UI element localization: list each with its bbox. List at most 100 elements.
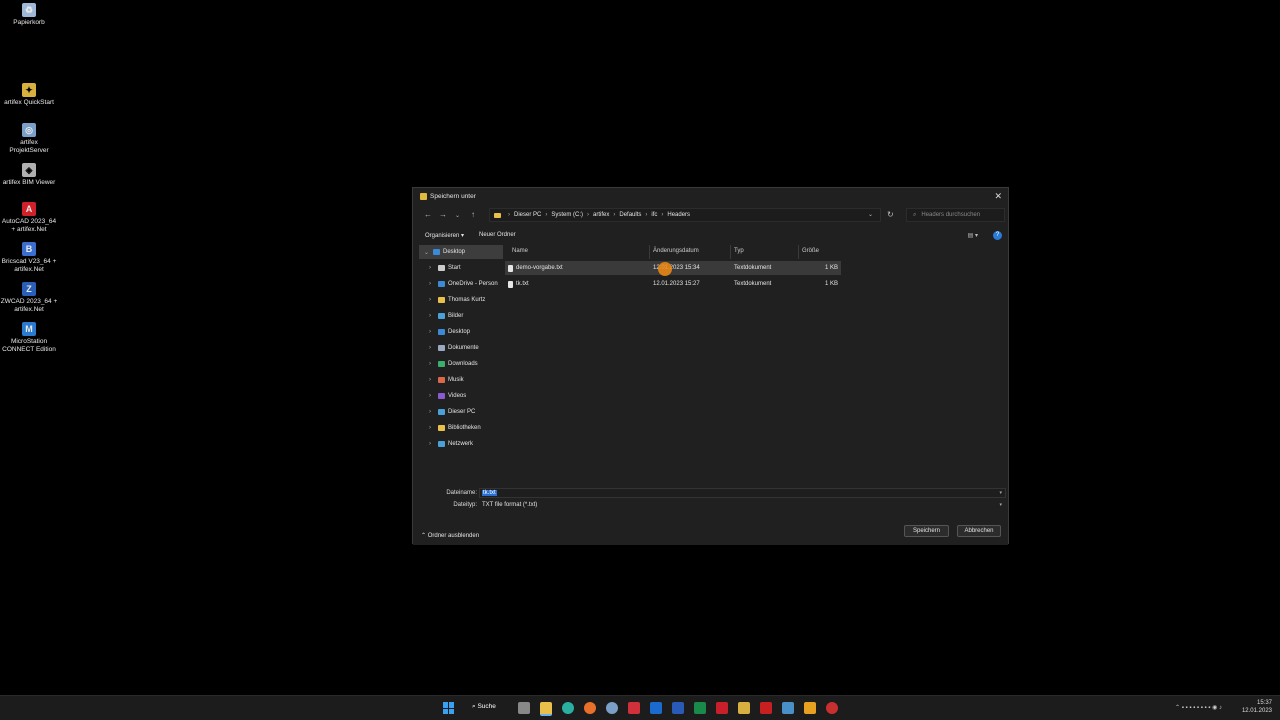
column-header-size[interactable]: Größe xyxy=(802,248,819,254)
collapsed-chevron-icon[interactable]: › xyxy=(429,425,438,431)
address-bar[interactable]: › Dieser PC › System (C:) › artifex › De… xyxy=(489,208,881,222)
desktop-icon-microstation[interactable]: M MicroStation CONNECT Edition xyxy=(0,322,58,354)
column-separator[interactable] xyxy=(649,245,650,259)
nav-item-dokumente[interactable]: › Dokumente xyxy=(419,341,503,355)
column-separator[interactable] xyxy=(730,245,731,259)
nav-item-label: Musik xyxy=(448,377,464,383)
breadcrumb-item[interactable]: artifex xyxy=(593,212,609,218)
filezilla-icon[interactable] xyxy=(760,702,772,714)
chevron-down-icon[interactable]: ▾ xyxy=(999,502,1002,508)
collapsed-chevron-icon[interactable]: › xyxy=(429,409,438,415)
keepass-icon[interactable] xyxy=(738,702,750,714)
address-dropdown-icon[interactable]: ⌄ xyxy=(868,211,873,218)
nav-item-desktop[interactable]: ⌄ Desktop xyxy=(419,245,503,259)
breadcrumb-item[interactable]: Defaults xyxy=(619,212,641,218)
clock[interactable]: 15:37 12.01.2023 xyxy=(1242,699,1272,715)
nav-item-musik[interactable]: › Musik xyxy=(419,373,503,387)
word-icon[interactable] xyxy=(672,702,684,714)
save-button[interactable]: Speichern xyxy=(904,525,949,537)
filetype-select[interactable]: TXT file format (*.txt) ▾ xyxy=(479,500,1006,510)
recycle-bin-icon: ♻ xyxy=(22,3,36,17)
help-icon[interactable]: ? xyxy=(993,231,1002,240)
dialog-title: Speichern unter xyxy=(430,192,476,200)
breadcrumb-item[interactable]: ifc xyxy=(651,212,657,218)
column-header-name[interactable]: Name xyxy=(512,248,528,254)
nav-item-downloads[interactable]: › Downloads xyxy=(419,357,503,371)
collapsed-chevron-icon[interactable]: › xyxy=(429,393,438,399)
recorder-icon[interactable] xyxy=(826,702,838,714)
collapsed-chevron-icon[interactable]: › xyxy=(429,313,438,319)
breadcrumb-item[interactable]: Dieser PC xyxy=(514,212,541,218)
new-folder-button[interactable]: Neuer Ordner xyxy=(479,232,516,238)
column-header-type[interactable]: Typ xyxy=(734,248,744,254)
nav-item-onedrive[interactable]: › OneDrive - Person xyxy=(419,277,503,291)
windows-logo-icon xyxy=(449,702,454,708)
refresh-icon[interactable]: ↻ xyxy=(887,210,894,219)
outlook-icon[interactable] xyxy=(650,702,662,714)
breadcrumb-item[interactable]: System (C:) xyxy=(551,212,583,218)
recent-chevron-icon[interactable]: ⌄ xyxy=(455,212,460,219)
back-arrow-icon[interactable]: ← xyxy=(424,210,432,219)
collapsed-chevron-icon[interactable]: › xyxy=(429,297,438,303)
image-viewer-icon[interactable] xyxy=(782,702,794,714)
desktop-icon-label: Papierkorb xyxy=(13,19,45,26)
task-view-icon[interactable] xyxy=(518,702,530,714)
nav-item-start[interactable]: › Start xyxy=(419,261,503,275)
file-row[interactable]: demo-vorgabe.txt 12.01.2023 15:34 Textdo… xyxy=(505,261,841,275)
dialog-titlebar[interactable]: Speichern unter ✕ xyxy=(413,188,1008,204)
dialog-toolbar: Organisieren ▾ Neuer Ordner ▤ ▾ ? xyxy=(413,230,1008,242)
desktop-icon-zwcad[interactable]: Z ZWCAD 2023_64 + artifex.Net xyxy=(0,282,58,314)
nav-item-desktop-2[interactable]: › Desktop xyxy=(419,325,503,339)
desktop-icon-papierkorb[interactable]: ♻ Papierkorb xyxy=(0,3,58,27)
organize-button[interactable]: Organisieren ▾ xyxy=(425,232,464,239)
collapsed-chevron-icon[interactable]: › xyxy=(429,441,438,447)
app-red-icon[interactable] xyxy=(628,702,640,714)
file-explorer-icon[interactable] xyxy=(540,702,552,716)
column-header-date[interactable]: Änderungsdatum xyxy=(653,248,699,254)
desktop-icon-quickstart[interactable]: ✦ artifex QuickStart xyxy=(0,83,58,107)
acrobat-icon[interactable] xyxy=(716,702,728,714)
edge-icon[interactable] xyxy=(562,702,574,714)
nav-item-label: Videos xyxy=(448,393,467,399)
collapsed-chevron-icon[interactable]: › xyxy=(429,377,438,383)
nav-item-thomas-kurtz[interactable]: › Thomas Kurtz xyxy=(419,293,503,307)
onedrive-icon xyxy=(438,281,445,287)
nav-item-bibliotheken[interactable]: › Bibliotheken xyxy=(419,421,503,435)
collapsed-chevron-icon[interactable]: › xyxy=(429,329,438,335)
collapsed-chevron-icon[interactable]: › xyxy=(429,265,438,271)
filename-field[interactable]: tk.txt ▾ xyxy=(479,488,1006,498)
collapsed-chevron-icon[interactable]: › xyxy=(429,361,438,367)
close-icon[interactable]: ✕ xyxy=(994,191,1002,202)
excel-icon[interactable] xyxy=(694,702,706,714)
snip-icon[interactable] xyxy=(804,702,816,714)
desktop-icon-autocad[interactable]: A AutoCAD 2023_64 + artifex.Net xyxy=(0,202,58,234)
system-tray[interactable]: ⌃ ▪ ▪ ▪ ▪ ▪ ▪ ▪ ▪ ◉ ♪ xyxy=(1175,704,1222,711)
file-row[interactable]: tk.txt 12.01.2023 15:27 Textdokument 1 K… xyxy=(505,277,841,291)
breadcrumb-item[interactable]: Headers xyxy=(667,212,690,218)
up-arrow-icon[interactable]: ↑ xyxy=(471,210,475,219)
nav-item-videos[interactable]: › Videos xyxy=(419,389,503,403)
nav-item-label: Dokumente xyxy=(448,345,479,351)
nav-item-bilder[interactable]: › Bilder xyxy=(419,309,503,323)
breadcrumb-separator: › xyxy=(587,212,590,218)
hide-folders-toggle[interactable]: ⌃ Ordner ausblenden xyxy=(421,532,479,539)
column-separator[interactable] xyxy=(798,245,799,259)
start-button[interactable] xyxy=(443,702,455,714)
firefox-icon[interactable] xyxy=(584,702,596,714)
search-input[interactable]: ⌕ Headers durchsuchen xyxy=(906,208,1005,222)
chevron-down-icon[interactable]: ▾ xyxy=(999,490,1002,496)
view-options-icon[interactable]: ▤ ▾ xyxy=(968,232,978,239)
cancel-button[interactable]: Abbrechen xyxy=(957,525,1001,537)
nav-item-netzwerk[interactable]: › Netzwerk xyxy=(419,437,503,451)
taskbar: ⌕ Suche ⌃ ▪ ▪ ▪ ▪ ▪ ▪ ▪ ▪ ◉ ♪ 15:37 12.0… xyxy=(0,695,1280,720)
forward-arrow-icon[interactable]: → xyxy=(439,210,447,219)
desktop-icon-bim-viewer[interactable]: ◈ artifex BIM Viewer xyxy=(0,163,58,187)
settings-icon[interactable] xyxy=(606,702,618,714)
collapsed-chevron-icon[interactable]: › xyxy=(429,281,438,287)
collapsed-chevron-icon[interactable]: › xyxy=(429,345,438,351)
desktop-icon-projektserver[interactable]: ◎ artifex ProjektServer xyxy=(0,123,58,155)
expanded-chevron-icon[interactable]: ⌄ xyxy=(424,249,433,256)
nav-item-dieser-pc[interactable]: › Dieser PC xyxy=(419,405,503,419)
taskbar-search[interactable]: ⌕ Suche xyxy=(472,703,496,711)
desktop-icon-bricscad[interactable]: B Bricscad V23_64 + artifex.Net xyxy=(0,242,58,274)
